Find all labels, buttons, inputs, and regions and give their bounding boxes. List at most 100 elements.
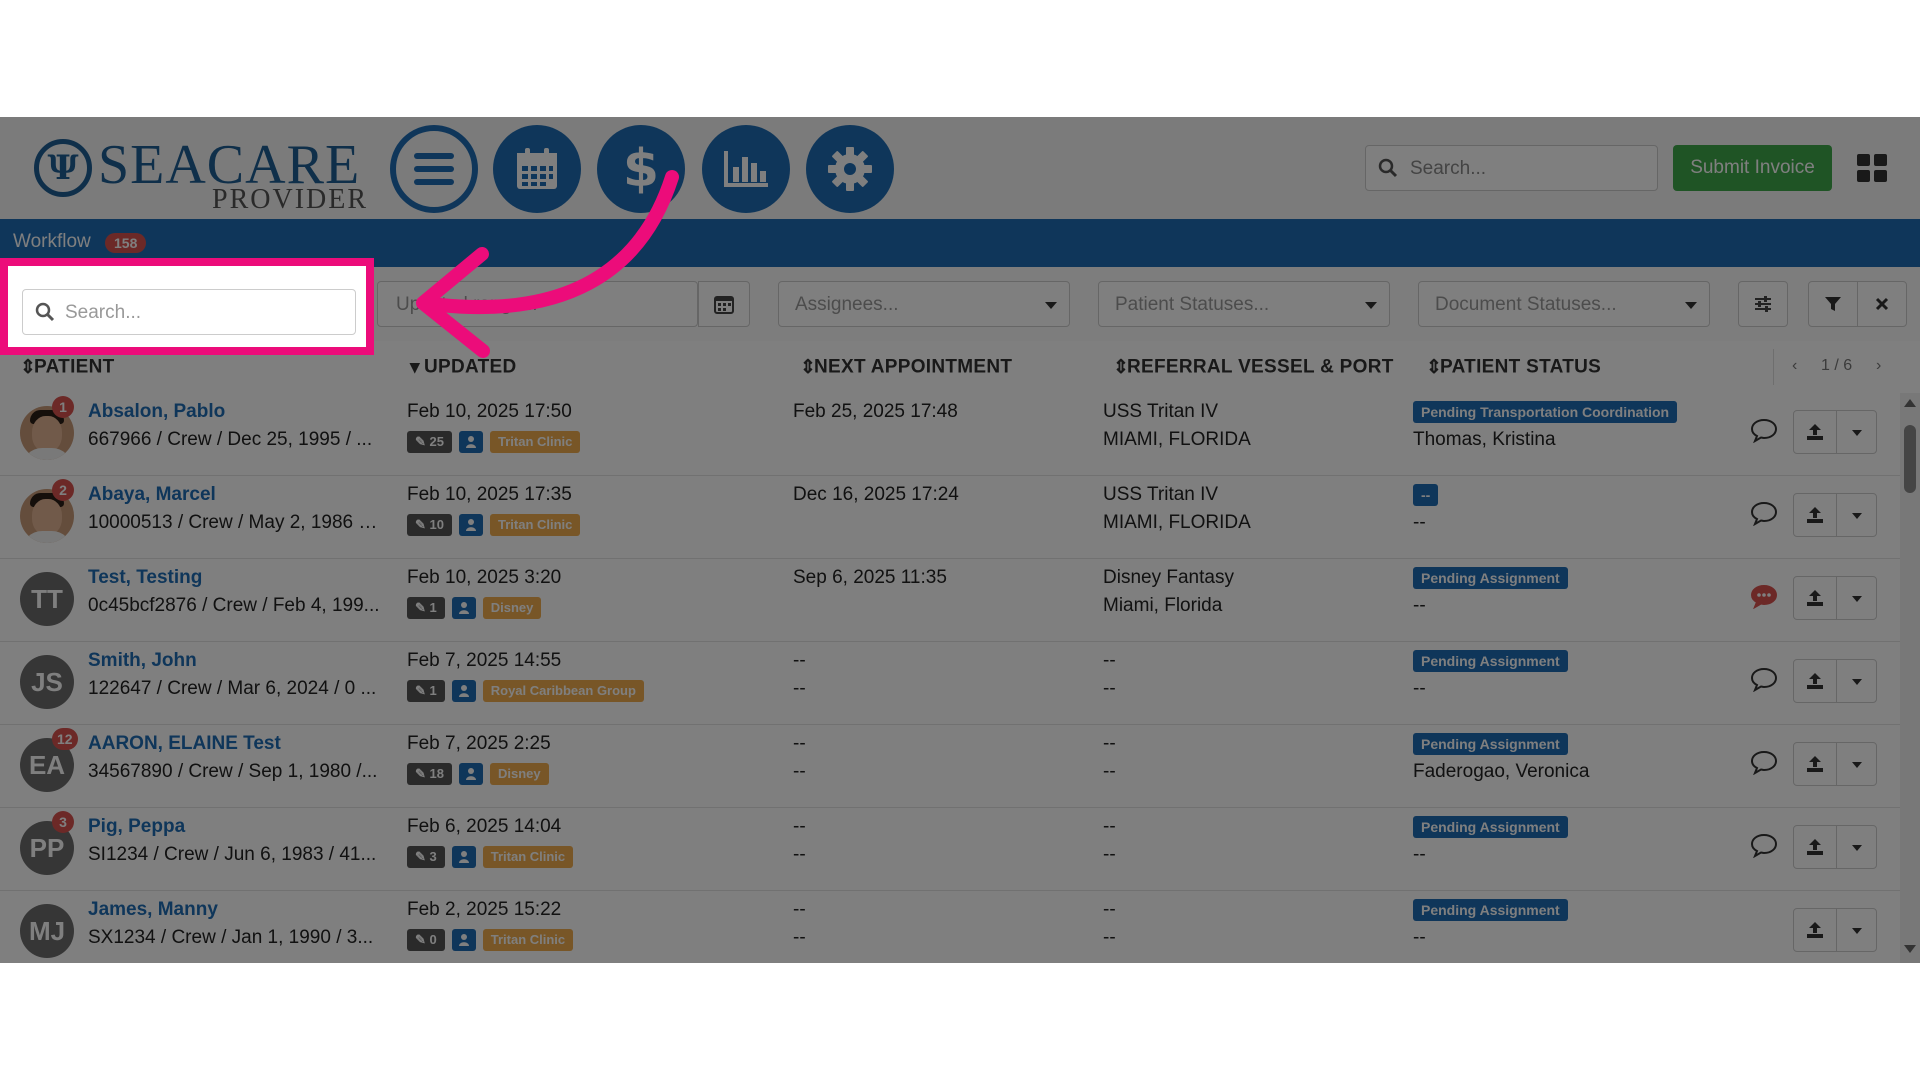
user-icon[interactable] [451, 846, 476, 868]
patient-detail: 667966 / Crew / Dec 25, 1995 / ... [88, 429, 373, 450]
patient-name-link[interactable]: Test, Testing [88, 567, 202, 589]
vertical-scrollbar[interactable] [1900, 393, 1920, 963]
chat-icon[interactable] [1750, 500, 1778, 531]
attachment-count-tag[interactable]: ✎ 1 [407, 680, 445, 702]
user-icon[interactable] [458, 431, 483, 453]
attachment-count-tag[interactable]: ✎ 1 [407, 597, 445, 619]
column-referral[interactable]: ⇕REFERRAL VESSEL & PORT [1113, 356, 1394, 379]
document-tags: ✎ 1 Royal Caribbean Group [407, 680, 644, 702]
upload-button[interactable] [1793, 908, 1837, 952]
reports-button[interactable] [702, 125, 790, 213]
row-actions-dropdown[interactable] [1836, 742, 1877, 786]
user-icon[interactable] [458, 763, 483, 785]
column-updated[interactable]: ▾ UPDATED [410, 356, 517, 379]
search-icon [35, 302, 55, 327]
patient-search-box[interactable] [22, 289, 356, 335]
assignee: -- [1413, 844, 1426, 865]
patient-name-link[interactable]: Abaya, Marcel [88, 484, 216, 506]
patient-name-link[interactable]: Pig, Peppa [88, 816, 185, 838]
upload-icon [1807, 839, 1823, 855]
attachment-count-tag[interactable]: ✎ 10 [407, 514, 452, 536]
row-actions-dropdown[interactable] [1836, 493, 1877, 537]
apps-grid-icon[interactable] [1857, 154, 1887, 182]
user-icon[interactable] [451, 680, 476, 702]
next-appointment: -- [793, 733, 806, 754]
row-actions-dropdown[interactable] [1836, 659, 1877, 703]
table-row[interactable]: 2 Abaya, Marcel 10000513 / Crew / May 2,… [0, 476, 1900, 559]
patient-name-link[interactable]: AARON, ELAINE Test [88, 733, 281, 755]
scroll-down-icon[interactable] [1904, 945, 1916, 953]
table-row[interactable]: MJ James, Manny SX1234 / Crew / Jan 1, 1… [0, 891, 1900, 963]
column-patient[interactable]: ⇕PATIENT [20, 356, 115, 379]
next-page-button[interactable]: › [1876, 357, 1881, 375]
prev-page-button[interactable]: ‹ [1792, 357, 1797, 375]
table-row[interactable]: TT Test, Testing 0c45bcf2876 / Crew / Fe… [0, 559, 1900, 642]
billing-button[interactable]: $ [597, 125, 685, 213]
user-icon[interactable] [458, 514, 483, 536]
referral-vessel: -- [1103, 650, 1116, 671]
row-actions-dropdown[interactable] [1836, 410, 1877, 454]
next-appointment-secondary: -- [793, 761, 806, 782]
global-search-input[interactable] [1408, 152, 1652, 186]
clear-filters-button[interactable] [1857, 281, 1907, 327]
patient-statuses-select[interactable]: Patient Statuses... [1098, 281, 1390, 327]
patient-name-link[interactable]: Absalon, Pablo [88, 401, 225, 423]
column-settings-button[interactable] [1738, 281, 1788, 327]
chat-icon[interactable] [1750, 749, 1778, 780]
filter-button[interactable] [1808, 281, 1858, 327]
organization-tag: Tritan Clinic [482, 846, 574, 868]
upload-button[interactable] [1793, 576, 1837, 620]
status-badge: Pending Transportation Coordination [1413, 401, 1678, 423]
upload-button[interactable] [1793, 825, 1837, 869]
assignees-select[interactable]: Assignees... [778, 281, 1070, 327]
document-statuses-select[interactable]: Document Statuses... [1418, 281, 1710, 327]
calendar-icon [714, 296, 734, 314]
top-header: Ψ SEACARE PROVIDER $ Submit Invoice [0, 117, 1920, 220]
column-next-appointment[interactable]: ⇕NEXT APPOINTMENT [800, 356, 1012, 379]
updated-range-field[interactable] [377, 281, 698, 327]
row-actions-dropdown[interactable] [1836, 576, 1877, 620]
seacare-logo[interactable]: Ψ SEACARE PROVIDER [34, 127, 366, 217]
paperclip-icon: ✎ [415, 766, 430, 781]
upload-button[interactable] [1793, 493, 1837, 537]
table-row[interactable]: JS Smith, John 122647 / Crew / Mar 6, 20… [0, 642, 1900, 725]
paperclip-icon: ✎ [415, 600, 430, 615]
column-patient-status[interactable]: ⇕PATIENT STATUS [1426, 356, 1601, 379]
status-badge: Pending Assignment [1413, 733, 1568, 755]
attachment-count-tag[interactable]: ✎ 18 [407, 763, 452, 785]
patient-name-link[interactable]: Smith, John [88, 650, 197, 672]
updated-range-input[interactable] [394, 289, 628, 321]
patient-search-input[interactable] [63, 297, 347, 329]
chat-alert-icon[interactable] [1750, 583, 1778, 614]
chat-icon[interactable] [1750, 832, 1778, 863]
app-screen: Ψ SEACARE PROVIDER $ Submit Invoice Work… [0, 117, 1920, 963]
table-row[interactable]: PP 3 Pig, Peppa SI1234 / Crew / Jun 6, 1… [0, 808, 1900, 891]
table-row[interactable]: EA 12 AARON, ELAINE Test 34567890 / Crew… [0, 725, 1900, 808]
next-appointment: Sep 6, 2025 11:35 [793, 567, 947, 588]
workflow-tab[interactable]: Workflow [13, 231, 91, 253]
attachment-count-tag[interactable]: ✎ 3 [407, 846, 445, 868]
gear-icon [828, 147, 872, 191]
upload-button[interactable] [1793, 659, 1837, 703]
calendar-picker-button[interactable] [698, 281, 750, 327]
upload-icon [1807, 756, 1823, 772]
menu-button[interactable] [390, 125, 478, 213]
user-icon[interactable] [451, 597, 476, 619]
chat-icon[interactable] [1750, 417, 1778, 448]
attachment-count-tag[interactable]: ✎ 25 [407, 431, 452, 453]
row-actions-dropdown[interactable] [1836, 908, 1877, 952]
scroll-up-icon[interactable] [1904, 399, 1916, 407]
attachment-count-tag[interactable]: ✎ 0 [407, 929, 445, 951]
patient-name-link[interactable]: James, Manny [88, 899, 218, 921]
user-icon[interactable] [451, 929, 476, 951]
scroll-thumb[interactable] [1904, 425, 1916, 493]
global-search-box[interactable] [1365, 145, 1658, 191]
chat-icon[interactable] [1750, 666, 1778, 697]
upload-button[interactable] [1793, 410, 1837, 454]
table-row[interactable]: 1 Absalon, Pablo 667966 / Crew / Dec 25,… [0, 393, 1900, 476]
upload-button[interactable] [1793, 742, 1837, 786]
calendar-button[interactable] [493, 125, 581, 213]
row-actions-dropdown[interactable] [1836, 825, 1877, 869]
settings-button[interactable] [806, 125, 894, 213]
submit-invoice-button[interactable]: Submit Invoice [1673, 145, 1832, 191]
